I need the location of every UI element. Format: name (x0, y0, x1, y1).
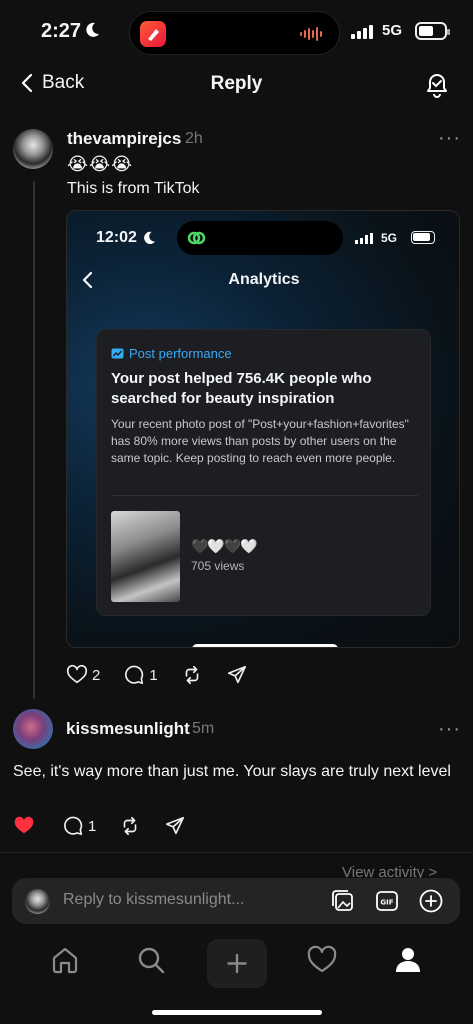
cellular-signal-icon (351, 25, 373, 39)
reply-composer[interactable]: Reply to kissmesunlight... GIF (12, 878, 460, 924)
repost-icon (124, 816, 137, 836)
comment-icon (125, 665, 144, 685)
performance-body: Your recent photo post of "Post+your+fas… (111, 417, 409, 465)
send-icon (166, 816, 185, 835)
gif-icon[interactable]: GIF (374, 888, 400, 914)
status-bar: 2:27 5G (0, 0, 473, 66)
embed-dynamic-island (177, 221, 343, 255)
view-count: 705 views (191, 559, 245, 573)
battery-icon (411, 231, 435, 244)
thread-line (33, 181, 35, 699)
share-button[interactable] (164, 815, 186, 837)
post-thumbnail (111, 511, 180, 602)
tab-bar (0, 936, 473, 996)
reply-count: 1 (88, 817, 97, 835)
like-button[interactable]: 2 (66, 664, 100, 686)
svg-text:GIF: GIF (380, 899, 393, 907)
heart-icon (66, 664, 88, 684)
home-icon[interactable] (49, 944, 81, 976)
embed-title: Analytics (228, 271, 300, 288)
send-icon (227, 665, 246, 684)
threads-link-icon (187, 231, 206, 245)
divider (111, 495, 418, 496)
like-button[interactable] (13, 815, 35, 837)
avatar[interactable] (13, 129, 53, 169)
embed-status-time: 12:02 (96, 229, 137, 246)
plus-circle-icon[interactable] (418, 888, 444, 914)
comment-icon (64, 816, 83, 836)
status-time: 2:27 (41, 20, 82, 42)
cellular-signal-icon (355, 233, 373, 244)
post-text: This is from TikTok (67, 180, 200, 197)
gallery-icon[interactable] (330, 888, 356, 914)
divider (0, 852, 473, 853)
reply-text: See, it's way more than just me. Your sl… (13, 763, 451, 780)
network-type: 5G (382, 22, 403, 39)
home-indicator (152, 1010, 322, 1015)
username[interactable]: thevampirejcs (67, 129, 181, 149)
reply-actions: 1 (13, 815, 209, 837)
profile-icon[interactable] (392, 944, 424, 976)
audio-wave-icon (300, 27, 322, 41)
performance-card: Post performance Your post helped 756.4K… (96, 329, 431, 616)
heart-emojis: 🖤🤍🖤🤍 (191, 538, 258, 554)
repost-icon (185, 665, 199, 685)
search-icon[interactable] (135, 944, 167, 976)
performance-headline: Your post helped 756.4K people who searc… (111, 370, 372, 407)
moon-icon (86, 22, 99, 37)
nav-header: Back Reply (0, 66, 473, 102)
garageband-app-icon (140, 21, 166, 47)
share-button[interactable] (226, 664, 248, 686)
embed-network-type: 5G (381, 231, 398, 245)
performance-label: Post performance (111, 346, 232, 361)
more-options-icon[interactable]: ··· (438, 718, 461, 741)
post-time: 2h (185, 130, 203, 147)
avatar (25, 889, 50, 914)
reply-button[interactable]: 1 (62, 815, 96, 837)
heart-filled-icon (14, 816, 34, 834)
reply-button[interactable]: 1 (123, 664, 158, 686)
avatar[interactable] (13, 709, 53, 749)
more-options-icon[interactable]: ··· (438, 127, 461, 150)
dynamic-island (129, 11, 340, 55)
post-actions: 2 1 (66, 664, 271, 686)
chart-trend-icon (111, 348, 124, 359)
activity-heart-icon[interactable] (306, 944, 338, 976)
reply-input[interactable]: Reply to kissmesunlight... (63, 891, 244, 909)
new-post-button[interactable] (207, 939, 267, 988)
repost-button[interactable] (119, 815, 141, 837)
post-image[interactable]: 12:02 5G Analytics Post performance Your… (66, 210, 460, 648)
like-count: 2 (92, 666, 101, 684)
moon-icon (144, 231, 156, 244)
notification-bell-icon[interactable] (424, 70, 450, 98)
username[interactable]: kissmesunlight (66, 719, 190, 739)
repost-button[interactable] (181, 664, 203, 686)
battery-icon (415, 22, 450, 40)
performance-label-text: Post performance (129, 346, 232, 361)
page-title: Reply (210, 73, 263, 94)
post-emoji: 😭😭😭 (67, 154, 134, 174)
plus-icon (227, 953, 247, 974)
embed-bottom-button (192, 644, 338, 647)
reply-time: 5m (192, 720, 215, 737)
reply-count: 1 (149, 666, 158, 684)
